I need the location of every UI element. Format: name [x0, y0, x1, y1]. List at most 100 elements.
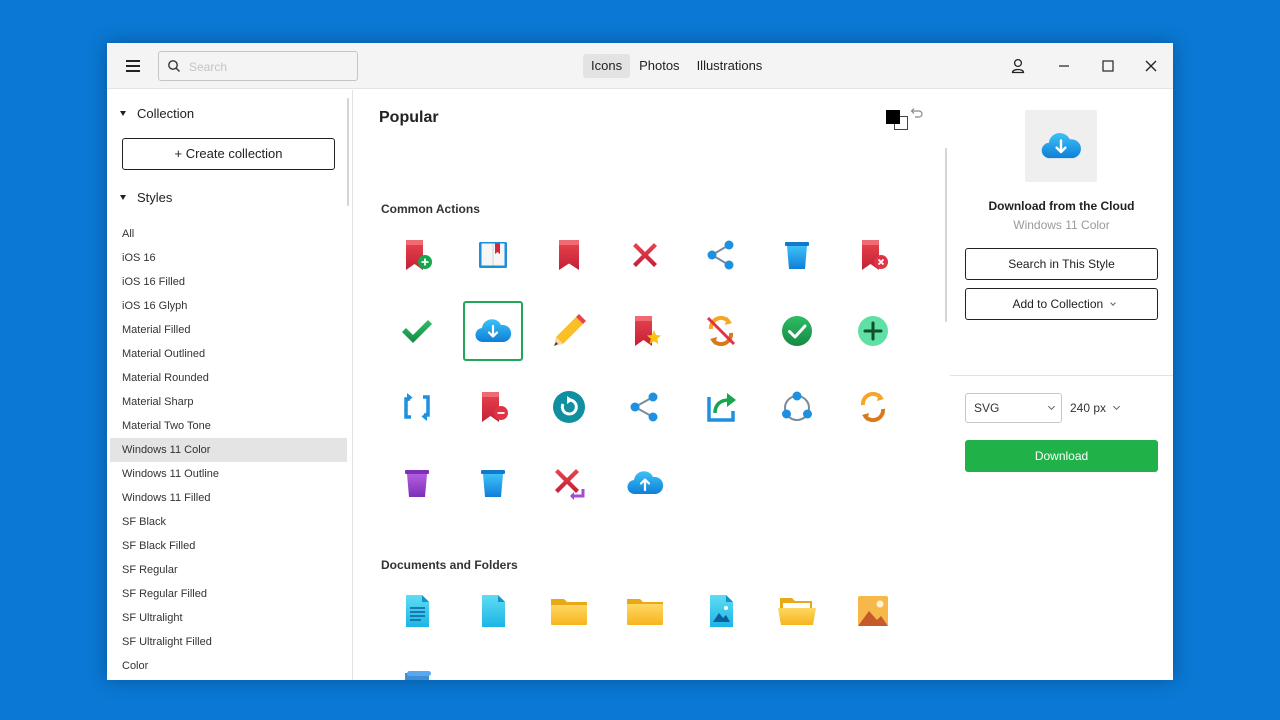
icon-cell[interactable]	[843, 301, 903, 361]
search-input[interactable]	[189, 57, 349, 77]
style-item[interactable]: SF Black	[110, 510, 347, 534]
icon-cell[interactable]	[691, 377, 751, 437]
icon-cell[interactable]	[539, 581, 599, 641]
style-item[interactable]: Material Sharp	[110, 390, 347, 414]
icon-cell[interactable]	[387, 581, 447, 641]
icon-cell[interactable]	[387, 377, 447, 437]
menu-icon[interactable]	[123, 57, 145, 75]
style-item[interactable]: SF Regular Filled	[110, 582, 347, 606]
icon-cell[interactable]	[539, 453, 599, 513]
minimize-icon[interactable]	[1054, 56, 1074, 76]
chevron-down-icon	[1047, 402, 1056, 411]
icon-name: Download from the Cloud	[988, 199, 1135, 213]
icon-cell[interactable]	[767, 377, 827, 437]
icon-cell[interactable]	[691, 301, 751, 361]
picture-icon	[858, 596, 888, 626]
style-item[interactable]: Material Rounded	[110, 366, 347, 390]
sidebar-scrollbar[interactable]	[347, 98, 349, 206]
icon-cell[interactable]	[463, 225, 523, 285]
style-item[interactable]: SF Ultralight	[110, 606, 347, 630]
icon-cell[interactable]	[615, 581, 675, 641]
style-item[interactable]: Material Filled	[110, 318, 347, 342]
format-value: SVG	[974, 401, 1000, 415]
style-item[interactable]: SF Ultralight Filled	[110, 630, 347, 654]
add-to-collection-button[interactable]: Add to Collection	[965, 288, 1158, 320]
icon-cell[interactable]	[615, 377, 675, 437]
style-item[interactable]: iOS 16	[110, 246, 347, 270]
tab-photos[interactable]: Photos	[631, 54, 687, 78]
icon-preview	[1025, 110, 1097, 182]
icon-cell[interactable]	[767, 581, 827, 641]
icon-cell[interactable]	[767, 225, 827, 285]
sync-icon	[860, 391, 886, 423]
add-to-collection-label: Add to Collection	[1012, 297, 1104, 311]
tab-illustrations[interactable]: Illustrations	[689, 54, 771, 78]
icon-cell[interactable]	[539, 225, 599, 285]
sidebar: Collection + Create collection Styles Al…	[107, 90, 353, 680]
icon-cell[interactable]	[387, 301, 447, 361]
search-in-style-button[interactable]: Search in This Style	[965, 248, 1158, 280]
styles-heading: Styles	[137, 189, 173, 205]
style-item[interactable]: Color	[110, 654, 347, 678]
create-collection-button[interactable]: + Create collection	[122, 138, 335, 170]
size-value: 240 px	[1070, 401, 1107, 415]
format-select[interactable]: SVG	[965, 393, 1062, 423]
style-item[interactable]: Windows 11 Filled	[110, 486, 347, 510]
share-nodes-icon	[707, 240, 734, 270]
chevron-down-icon	[1112, 402, 1121, 411]
book-icon	[479, 242, 507, 268]
close-window-icon[interactable]	[1141, 56, 1161, 76]
icon-cell[interactable]	[615, 301, 675, 361]
style-item[interactable]: Windows 11 Color	[110, 438, 347, 462]
icon-cell[interactable]	[387, 453, 447, 513]
icon-cell[interactable]	[387, 225, 447, 285]
icon-cell[interactable]	[691, 581, 751, 641]
style-item[interactable]: Windows 11 Outline	[110, 462, 347, 486]
main-content: Popular Common Actions Documents and Fol…	[354, 90, 949, 680]
color-picker[interactable]	[884, 108, 908, 132]
styles-list: All iOS 16 iOS 16 Filled iOS 16 Glyph Materi…	[110, 222, 347, 678]
download-button[interactable]: Download	[965, 440, 1158, 472]
style-item[interactable]: Material Two Tone	[110, 414, 347, 438]
swap-colors-icon[interactable]	[908, 105, 924, 121]
scroll-icon	[405, 671, 431, 680]
style-item[interactable]: SF Black Filled	[110, 534, 347, 558]
icon-cell[interactable]	[463, 453, 523, 513]
collection-section-toggle[interactable]: Collection	[120, 103, 194, 123]
icon-cell[interactable]	[387, 657, 447, 680]
icon-cell[interactable]	[463, 377, 523, 437]
open-folder-icon	[778, 598, 816, 625]
image-file-icon	[710, 595, 733, 627]
user-icon[interactable]	[1008, 56, 1028, 76]
style-item[interactable]: iOS 16 Filled	[110, 270, 347, 294]
trash-icon	[785, 242, 809, 269]
size-select[interactable]: 240 px	[1070, 393, 1121, 423]
icon-cell[interactable]	[539, 301, 599, 361]
tab-icons[interactable]: Icons	[583, 54, 631, 78]
icon-cell[interactable]	[615, 225, 675, 285]
icon-cell[interactable]	[463, 301, 523, 361]
icon-cell[interactable]	[767, 301, 827, 361]
style-item[interactable]: All	[110, 222, 347, 246]
styles-section-toggle[interactable]: Styles	[120, 187, 172, 207]
icon-cell[interactable]	[615, 453, 675, 513]
reload-circle-icon	[553, 391, 585, 423]
no-sync-icon	[706, 315, 736, 347]
search-icon	[168, 60, 180, 72]
icon-cell[interactable]	[843, 581, 903, 641]
icon-cell[interactable]	[463, 581, 523, 641]
icon-cell[interactable]	[539, 377, 599, 437]
icon-cell[interactable]	[843, 377, 903, 437]
icon-cell[interactable]	[843, 225, 903, 285]
caret-down-icon	[120, 110, 126, 116]
blank-file-icon	[482, 595, 505, 627]
search-box[interactable]	[158, 51, 358, 81]
bookmark-minus-icon	[482, 392, 508, 422]
maximize-icon[interactable]	[1098, 56, 1118, 76]
connection-ring-icon	[782, 391, 812, 421]
icon-cell[interactable]	[691, 225, 751, 285]
style-item[interactable]: iOS 16 Glyph	[110, 294, 347, 318]
style-item[interactable]: Material Outlined	[110, 342, 347, 366]
main-scrollbar[interactable]	[945, 148, 947, 322]
style-item[interactable]: SF Regular	[110, 558, 347, 582]
